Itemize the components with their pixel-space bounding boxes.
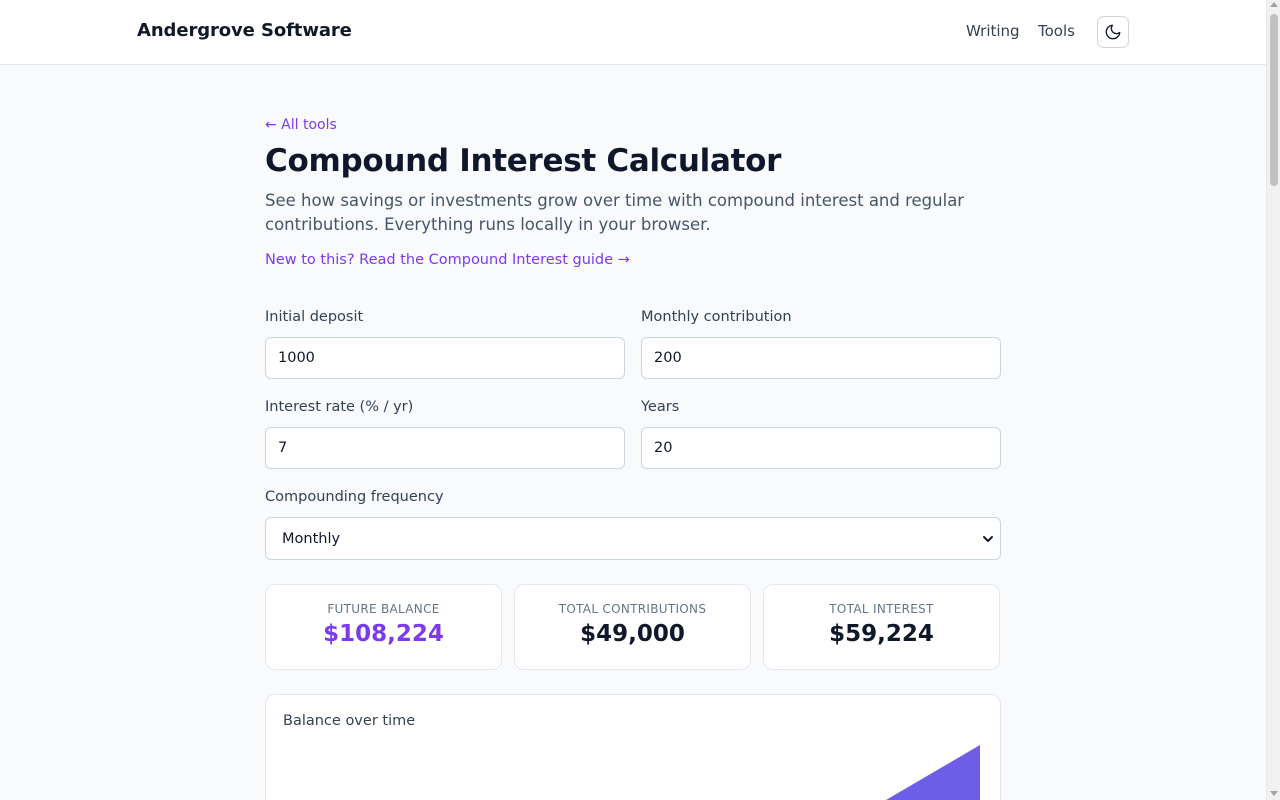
top-navbar: Andergrove Software Writing Tools (0, 0, 1266, 65)
interest-rate-label: Interest rate (% / yr) (265, 399, 414, 415)
compounding-frequency-label: Compounding frequency (265, 489, 444, 505)
guide-link[interactable]: New to this? Read the Compound Interest … (265, 252, 630, 268)
initial-deposit-label: Initial deposit (265, 309, 364, 325)
total-interest-label: TOTAL INTEREST (829, 602, 934, 616)
years-input[interactable] (641, 427, 1001, 469)
intro-text: See how savings or investments grow over… (265, 191, 965, 234)
page-title: Compound Interest Calculator (265, 143, 782, 179)
total-contributions-value: $49,000 (580, 621, 685, 647)
scrollbar-thumb[interactable] (1270, 14, 1278, 186)
total-contributions-label: TOTAL CONTRIBUTIONS (558, 602, 707, 616)
monthly-contribution-label: Monthly contribution (641, 309, 792, 325)
years-label: Years (641, 399, 680, 415)
page-scrollbar[interactable] (1266, 0, 1280, 800)
monthly-contribution-input[interactable] (641, 337, 1001, 379)
scroll-down-arrow-icon[interactable] (1270, 791, 1278, 796)
initial-deposit-input[interactable] (265, 337, 625, 379)
moon-icon (1105, 24, 1121, 40)
balance-chart (886, 745, 980, 800)
nav-link-tools[interactable]: Tools (1038, 22, 1075, 40)
future-balance-value: $108,224 (323, 621, 444, 647)
compounding-frequency-select[interactable]: Monthly (265, 517, 1001, 560)
total-contributions-card: TOTAL CONTRIBUTIONS $49,000 (514, 584, 751, 670)
future-balance-card: FUTURE BALANCE $108,224 (265, 584, 502, 670)
scroll-up-arrow-icon[interactable] (1270, 2, 1278, 7)
balance-area-series (886, 745, 980, 800)
brand-logo-text[interactable]: Andergrove Software (137, 20, 352, 41)
theme-toggle-button[interactable] (1097, 16, 1129, 48)
total-interest-value: $59,224 (829, 621, 934, 647)
chevron-down-icon (983, 536, 993, 542)
back-to-all-tools-link[interactable]: ← All tools (265, 117, 337, 133)
total-interest-card: TOTAL INTEREST $59,224 (763, 584, 1000, 670)
balance-chart-card: Balance over time (265, 694, 1001, 800)
interest-rate-input[interactable] (265, 427, 625, 469)
compounding-selected-value: Monthly (282, 530, 341, 547)
nav-link-writing[interactable]: Writing (966, 22, 1020, 40)
future-balance-label: FUTURE BALANCE (327, 602, 440, 616)
